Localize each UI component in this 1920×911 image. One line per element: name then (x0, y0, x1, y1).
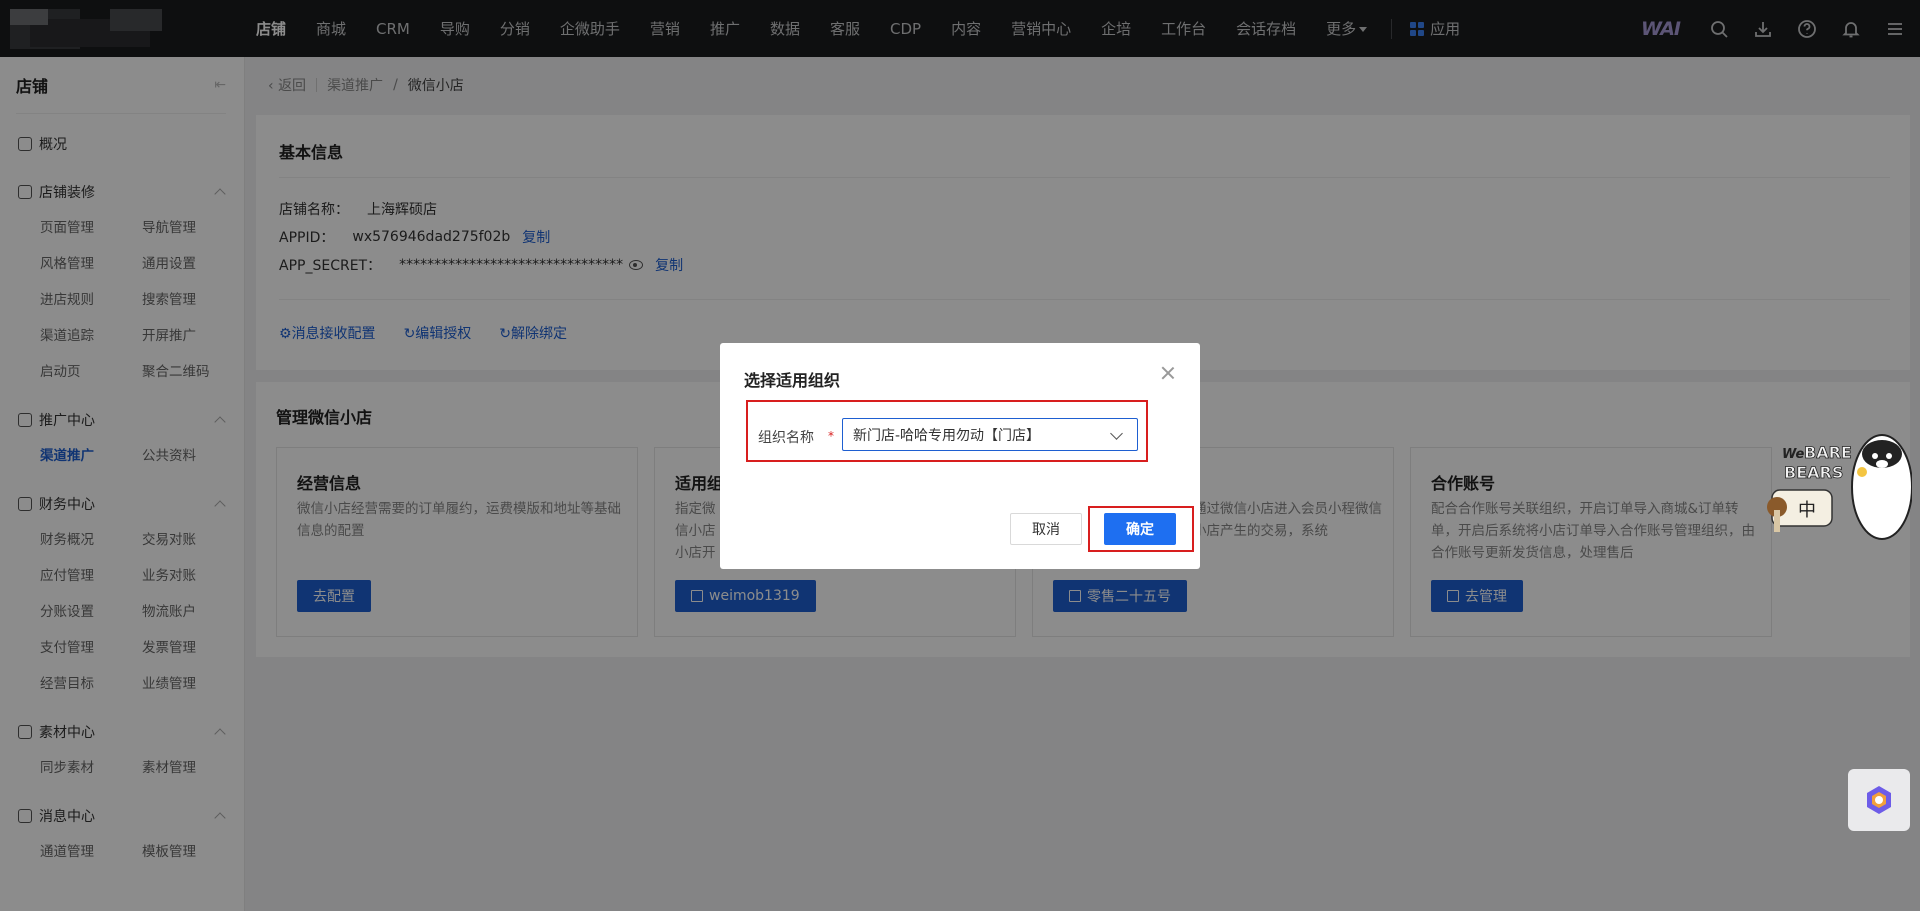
ai-assistant-button[interactable] (1848, 769, 1910, 831)
sticker-line2: BARE (1804, 443, 1852, 462)
sticker-badge: 中 (1798, 500, 1816, 521)
hexagon-icon (1867, 786, 1891, 814)
close-icon[interactable] (1160, 365, 1176, 381)
bare-bears-sticker: We BARE BEARS 中 (1767, 434, 1912, 540)
chevron-down-icon (1110, 427, 1123, 440)
required-mark: * (828, 429, 834, 443)
cancel-button[interactable]: 取消 (1010, 513, 1082, 545)
sticker-line1: We (1782, 447, 1805, 462)
modal-title: 选择适用组织 (744, 371, 841, 390)
sticker-line3: BEARS (1784, 463, 1843, 482)
org-select-value: 新门店-哈哈专用勿动【门店】 (853, 427, 1041, 444)
org-select[interactable]: 新门店-哈哈专用勿动【门店】 (842, 418, 1138, 451)
org-name-label: 组织名称 (758, 430, 814, 446)
select-org-modal: 选择适用组织 组织名称 * 新门店-哈哈专用勿动【门店】 取消 确定 (720, 343, 1200, 569)
confirm-button[interactable]: 确定 (1104, 513, 1176, 545)
